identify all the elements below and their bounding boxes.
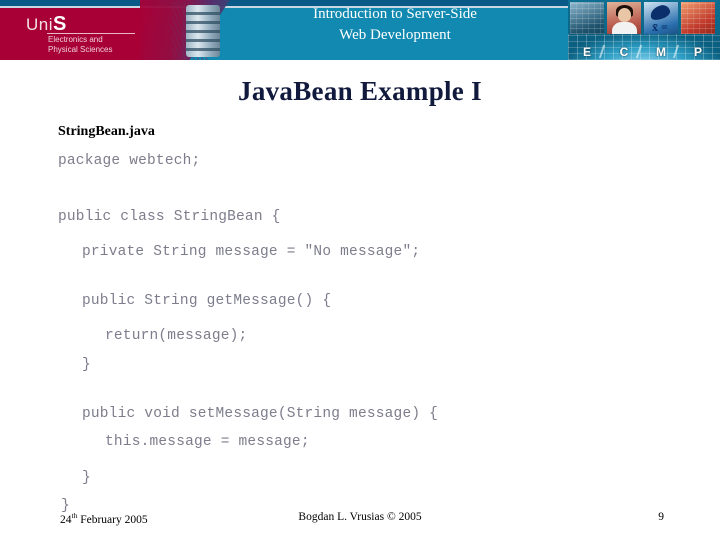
faculty-name: Electronics and Physical Sciences	[48, 35, 168, 55]
faculty-name-line2: Physical Sciences	[48, 45, 113, 54]
department-letter-p: P	[693, 45, 702, 59]
letter-separator-slash	[635, 45, 643, 58]
tower-band	[186, 30, 220, 33]
code-line: private String message = "No message";	[82, 244, 421, 260]
unis-logo-suffix: S	[53, 13, 67, 35]
slide-title: JavaBean Example I	[238, 76, 482, 106]
department-letter-m: M	[656, 45, 666, 59]
code-line: }	[82, 470, 91, 486]
department-letters: E C M P	[568, 43, 720, 59]
tower-band	[186, 12, 220, 15]
tower-band	[186, 48, 220, 51]
letter-separator-slash	[672, 45, 680, 58]
logo-divider-rule	[47, 33, 135, 34]
code-line: public class StringBean {	[58, 209, 281, 225]
dolphin-icon	[648, 3, 672, 22]
code-line: public void setMessage(String message) {	[82, 406, 439, 422]
person-head	[618, 8, 631, 22]
department-letter-c: C	[619, 45, 629, 59]
code-line: this.message = message;	[105, 434, 310, 450]
slide-footer: 24th February 2005 Bogdan L. Vrusias © 2…	[0, 508, 720, 540]
course-title: Introduction to Server-Side Web Developm…	[230, 4, 560, 46]
unis-logo-text: UniS	[26, 14, 67, 34]
unis-logo-prefix: Uni	[26, 15, 54, 34]
footer-author: Bogdan L. Vrusias © 2005	[298, 511, 422, 523]
tower-band	[186, 21, 220, 24]
code-line: public String getMessage() {	[82, 293, 332, 309]
faculty-name-line1: Electronics and	[48, 35, 103, 44]
tower-building-graphic	[172, 2, 230, 60]
department-letter-e: E	[582, 45, 591, 59]
slide-content: StringBean.java package webtech; public c…	[0, 118, 720, 514]
code-line: }	[82, 357, 91, 373]
code-line: return(message);	[105, 328, 248, 344]
course-title-line2: Web Development	[339, 27, 451, 43]
tower-band	[186, 39, 220, 42]
letter-separator-slash	[598, 45, 606, 58]
footer-page-number: 9	[658, 511, 664, 523]
code-file-name: StringBean.java	[58, 124, 155, 139]
code-line: package webtech;	[58, 153, 201, 169]
slide-root: { "header": { "course_title_line1": "Int…	[0, 0, 720, 540]
photo-montage-strip: x̄ = Σxᵢ E C M P	[568, 0, 720, 60]
course-title-line1: Introduction to Server-Side	[313, 6, 477, 22]
header-banner: UniS Electronics and Physical Sciences I…	[0, 0, 720, 60]
